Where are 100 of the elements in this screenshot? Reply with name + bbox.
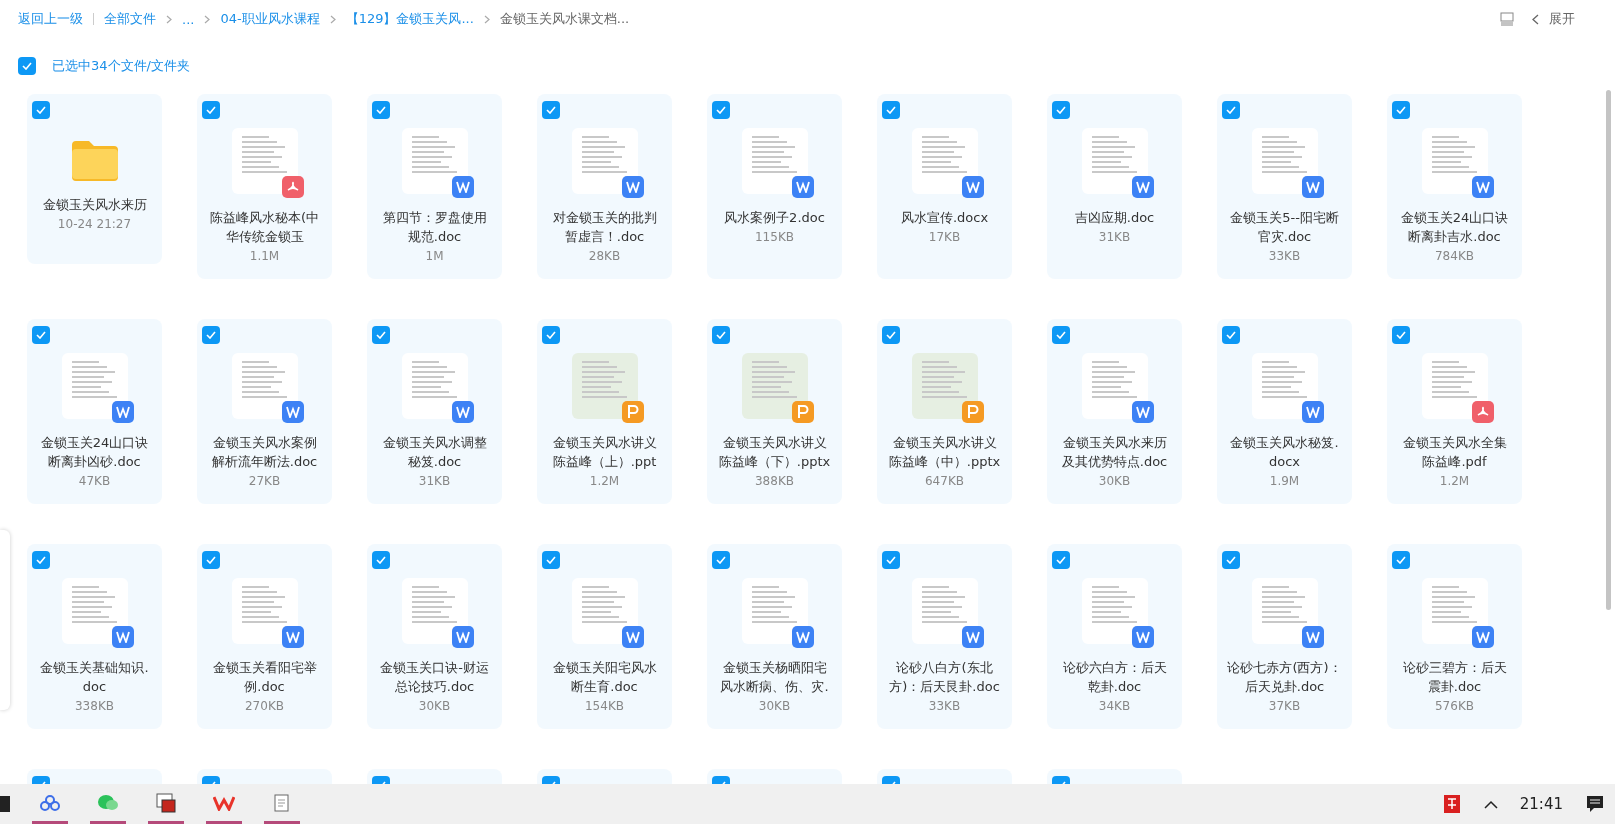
check-icon xyxy=(1396,331,1406,339)
file-card[interactable]: 金锁玉关5--阳宅断官灾.doc 33KB xyxy=(1217,94,1352,279)
checkbox[interactable] xyxy=(882,551,900,569)
notepad-icon[interactable] xyxy=(273,792,291,813)
file-card[interactable]: 论砂八白方(东北方)：后天艮卦.doc 33KB xyxy=(877,544,1012,729)
checkbox[interactable] xyxy=(542,551,560,569)
file-meta: 1.1M xyxy=(249,249,280,263)
file-card[interactable]: 金锁玉关看阳宅举例.doc 270KB xyxy=(197,544,332,729)
circles-icon[interactable] xyxy=(40,794,60,811)
file-card[interactable]: 金锁玉关风水来历 10-24 21:27 xyxy=(27,94,162,264)
checkbox[interactable] xyxy=(372,326,390,344)
checkbox[interactable] xyxy=(1222,326,1240,344)
file-name: 金锁玉关风水来历 xyxy=(41,196,148,214)
clock[interactable]: 21:41 xyxy=(1519,795,1563,813)
check-icon xyxy=(36,556,46,564)
file-card[interactable]: 金锁玉关风水来历及其优势特点.doc 30KB xyxy=(1047,319,1182,504)
file-card[interactable]: 金锁玉关风水调整秘笈.doc 31KB xyxy=(367,319,502,504)
back-link[interactable]: 返回上一级 xyxy=(18,10,83,28)
wps-icon[interactable] xyxy=(213,794,235,811)
expand-link[interactable]: 展开 xyxy=(1549,10,1575,28)
checkbox[interactable] xyxy=(1052,551,1070,569)
file-meta: 1.9M xyxy=(1269,474,1300,488)
checkbox[interactable] xyxy=(1222,551,1240,569)
check-icon xyxy=(376,331,386,339)
breadcrumb-item[interactable]: 全部文件 xyxy=(104,10,156,28)
checkbox[interactable] xyxy=(32,326,50,344)
checkbox[interactable] xyxy=(712,326,730,344)
file-meta: 28KB xyxy=(588,249,621,263)
file-card[interactable]: 金锁玉关风水讲义陈益峰（下）.pptx 388KB xyxy=(707,319,842,504)
chevron-left-icon[interactable] xyxy=(1532,13,1539,25)
word-file-icon xyxy=(1301,176,1324,198)
file-meta: 115KB xyxy=(755,230,794,244)
file-card[interactable]: 金锁玉关口诀-财运总论技巧.doc 30KB xyxy=(367,544,502,729)
file-card[interactable]: 风水宣传.docx 17KB xyxy=(877,94,1012,279)
word-file-icon xyxy=(1471,626,1494,648)
file-name: 金锁玉关风水调整秘笈.doc xyxy=(381,434,488,471)
checkbox[interactable] xyxy=(1392,551,1410,569)
file-card[interactable]: 金锁玉关风水讲义陈益峰（中）.pptx 647KB xyxy=(877,319,1012,504)
checkbox[interactable] xyxy=(18,57,36,75)
file-meta: 30KB xyxy=(1098,474,1131,488)
word-file-icon xyxy=(451,626,474,648)
file-card[interactable]: 金锁玉关24山口诀断离卦吉水.doc 784KB xyxy=(1387,94,1522,279)
breadcrumb-item[interactable]: 04-职业风水课程 xyxy=(220,10,320,28)
file-card[interactable]: 金锁玉关风水全集陈益峰.pdf 1.2M xyxy=(1387,319,1522,504)
checkbox[interactable] xyxy=(712,551,730,569)
checkbox[interactable] xyxy=(1052,101,1070,119)
file-name: 第四节：罗盘使用规范.doc xyxy=(381,209,488,246)
file-name: 金锁玉关阳宅风水断生育.doc xyxy=(551,659,658,696)
notification-icon[interactable] xyxy=(1585,794,1605,814)
checkbox[interactable] xyxy=(32,551,50,569)
check-icon xyxy=(22,62,32,70)
stamp-icon[interactable] xyxy=(1441,793,1462,815)
chevron-up-icon[interactable] xyxy=(1483,799,1498,809)
terminal-icon[interactable] xyxy=(0,794,10,814)
file-card[interactable]: 金锁玉关风水案例解析流年断法.doc 27KB xyxy=(197,319,332,504)
chat-icon[interactable] xyxy=(97,793,119,812)
word-file-icon xyxy=(1301,626,1324,648)
file-name: 金锁玉关24山口诀断离卦吉水.doc xyxy=(1399,209,1510,246)
file-card[interactable]: 金锁玉关基础知识.doc 338KB xyxy=(27,544,162,729)
selection-count: 已选中34个文件/文件夹 xyxy=(52,57,190,75)
checkbox[interactable] xyxy=(32,101,50,119)
file-card[interactable]: 金锁玉关杨晒阳宅风水断病、伤、灾. 30KB xyxy=(707,544,842,729)
breadcrumb-item[interactable]: 金锁玉关风水课文档... xyxy=(499,10,630,28)
checkbox[interactable] xyxy=(372,101,390,119)
file-card[interactable]: 第四节：罗盘使用规范.doc 1M xyxy=(367,94,502,279)
file-name: 金锁玉关风水讲义陈益峰（上）.ppt xyxy=(551,434,658,471)
list-view-icon[interactable] xyxy=(1500,12,1514,26)
file-card[interactable]: 金锁玉关风水秘笈.docx 1.9M xyxy=(1217,319,1352,504)
file-name: 金锁玉关风水讲义陈益峰（中）.pptx xyxy=(887,434,1002,471)
checkbox[interactable] xyxy=(1222,101,1240,119)
file-meta: 17KB xyxy=(928,230,961,244)
file-meta: 154KB xyxy=(585,699,624,713)
file-meta: 47KB xyxy=(78,474,111,488)
file-card[interactable]: 论砂七赤方(西方)：后天兑卦.doc 37KB xyxy=(1217,544,1352,729)
breadcrumb-item[interactable]: 【129】金锁玉关风... xyxy=(345,10,474,28)
file-card[interactable]: 金锁玉关风水讲义陈益峰（上）.ppt 1.2M xyxy=(537,319,672,504)
checkbox[interactable] xyxy=(712,101,730,119)
checkbox[interactable] xyxy=(372,551,390,569)
file-card[interactable]: 吉凶应期.doc 31KB xyxy=(1047,94,1182,279)
checkbox[interactable] xyxy=(542,101,560,119)
checkbox[interactable] xyxy=(882,326,900,344)
scrollbar[interactable] xyxy=(1606,90,1611,610)
file-card[interactable]: 论砂三碧方：后天震卦.doc 576KB xyxy=(1387,544,1522,729)
file-card[interactable]: 风水案例子2.doc 115KB xyxy=(707,94,842,279)
checkbox[interactable] xyxy=(202,551,220,569)
window-icon[interactable] xyxy=(156,792,176,813)
file-card[interactable]: 金锁玉关阳宅风水断生育.doc 154KB xyxy=(537,544,672,729)
file-meta: 33KB xyxy=(928,699,961,713)
checkbox[interactable] xyxy=(202,101,220,119)
checkbox[interactable] xyxy=(1052,326,1070,344)
checkbox[interactable] xyxy=(542,326,560,344)
file-card[interactable]: 陈益峰风水秘本(中华传统金锁玉 1.1M xyxy=(197,94,332,279)
checkbox[interactable] xyxy=(1392,326,1410,344)
file-name: 金锁玉关风水案例解析流年断法.doc xyxy=(210,434,319,471)
checkbox[interactable] xyxy=(1392,101,1410,119)
file-card[interactable]: 对金锁玉关的批判暂虚言！.doc 28KB xyxy=(537,94,672,279)
checkbox[interactable] xyxy=(202,326,220,344)
file-card[interactable]: 论砂六白方：后天乾卦.doc 34KB xyxy=(1047,544,1182,729)
file-card[interactable]: 金锁玉关24山口诀断离卦凶砂.doc 47KB xyxy=(27,319,162,504)
checkbox[interactable] xyxy=(882,101,900,119)
